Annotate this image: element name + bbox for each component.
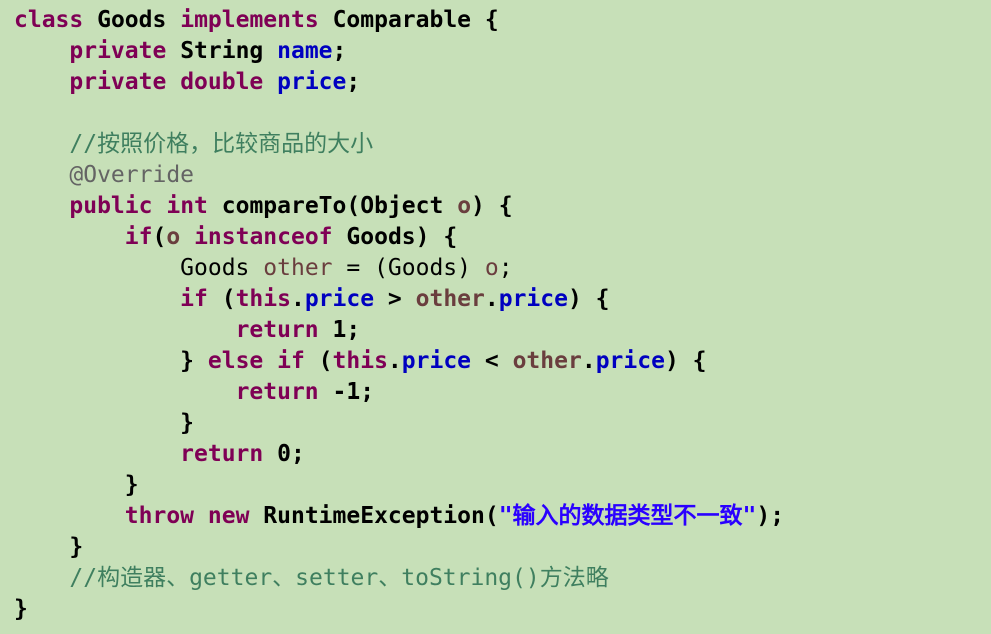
code-line-comment-compare: //按照价格，比较商品的大小 xyxy=(14,129,991,160)
dot: . xyxy=(290,286,305,312)
if-keyword: if xyxy=(124,224,153,250)
close-brace: } xyxy=(14,596,28,622)
if-open-paren: ( xyxy=(152,224,167,250)
throw-end: ); xyxy=(756,503,785,529)
price-field: price xyxy=(277,69,347,95)
code-line-close-method: } xyxy=(14,532,991,563)
code-line-return-neg-one: return -1; xyxy=(14,377,991,408)
if-keyword: if xyxy=(180,286,208,312)
override-annotation: @Override xyxy=(69,162,195,188)
goods-type: Goods xyxy=(346,224,416,250)
return-keyword: return xyxy=(235,317,319,343)
code-line-comment-rest: //构造器、getter、setter、toString()方法略 xyxy=(14,563,991,594)
code-line-close-class: } xyxy=(14,594,991,625)
close-brace: } xyxy=(180,410,195,436)
instanceof-keyword: instanceof xyxy=(194,224,333,250)
code-line-else-if: } else if (this.price < other.price) { xyxy=(14,346,991,377)
dot: . xyxy=(387,348,402,374)
code-editor[interactable]: class Goods implements Comparable { priv… xyxy=(0,0,991,634)
code-line-close-else: } xyxy=(14,408,991,439)
dot: . xyxy=(581,348,596,374)
param-o: o xyxy=(457,193,472,219)
var-o: o xyxy=(484,255,499,281)
price-field: price xyxy=(498,286,568,312)
this-keyword: this xyxy=(235,286,291,312)
code-line-name-field: private String name; xyxy=(14,36,991,67)
return-value-zero: 0; xyxy=(263,441,305,467)
semicolon: ; xyxy=(498,255,513,281)
price-field: price xyxy=(304,286,375,312)
code-line-cast: Goods other = (Goods) o; xyxy=(14,253,991,284)
implements-keyword: implements xyxy=(180,7,319,33)
interface-name: Comparable xyxy=(332,7,472,33)
code-line-price-field: private double price; xyxy=(14,67,991,98)
int-keyword: int xyxy=(166,193,208,219)
throw-keyword: throw xyxy=(124,503,195,529)
code-line-return-one: return 1; xyxy=(14,315,991,346)
return-keyword: return xyxy=(235,379,319,405)
goods-type: Goods xyxy=(180,255,250,281)
var-o: o xyxy=(166,224,181,250)
close-brace: } xyxy=(124,472,139,498)
class-open-brace: { xyxy=(484,7,499,33)
return-value-one: 1; xyxy=(318,317,361,343)
cond-close: ) { xyxy=(664,348,707,374)
return-value-neg-one: -1; xyxy=(318,379,375,405)
class-keyword: class xyxy=(14,7,84,33)
method-sig-end: ) { xyxy=(471,193,513,219)
method-name: compareTo( xyxy=(221,193,361,219)
code-line-return-zero: return 0; xyxy=(14,439,991,470)
if-paren: ( xyxy=(304,348,333,374)
greater-than: > xyxy=(374,286,416,312)
dot: . xyxy=(484,286,499,312)
price-field: price xyxy=(401,348,472,374)
code-line-throw: throw new RuntimeException("输入的数据类型不一致")… xyxy=(14,501,991,532)
code-line-instanceof-check: if(o instanceof Goods) { xyxy=(14,222,991,253)
if-close: ) { xyxy=(415,224,458,250)
code-line-close-instanceof: } xyxy=(14,470,991,501)
less-than: < xyxy=(471,348,513,374)
cast-expression: = (Goods) xyxy=(332,255,485,281)
if-keyword: if xyxy=(277,348,305,374)
cond-close: ) { xyxy=(567,286,610,312)
close-brace: } xyxy=(69,534,84,560)
new-keyword: new xyxy=(207,503,250,529)
object-type: Object xyxy=(360,193,444,219)
name-field: name xyxy=(277,38,333,64)
close-brace-prefix: } xyxy=(180,348,208,374)
comment-compare-price: //按照价格，比较商品的大小 xyxy=(69,131,374,157)
this-keyword: this xyxy=(332,348,388,374)
other-var: other xyxy=(415,286,485,312)
semicolon: ; xyxy=(346,69,361,95)
double-keyword: double xyxy=(180,69,264,95)
class-name: Goods xyxy=(97,7,167,33)
other-var: other xyxy=(263,255,333,281)
code-line-override: @Override xyxy=(14,160,991,191)
public-keyword: public xyxy=(69,193,153,219)
price-field: price xyxy=(595,348,665,374)
if-paren: ( xyxy=(207,286,236,312)
code-line-if-greater: if (this.price > other.price) { xyxy=(14,284,991,315)
semicolon: ; xyxy=(332,38,347,64)
string-type: String xyxy=(180,38,264,64)
other-var: other xyxy=(512,348,582,374)
code-line-method-signature: public int compareTo(Object o) { xyxy=(14,191,991,222)
private-keyword: private xyxy=(69,69,167,95)
comment-omitted-methods: //构造器、getter、setter、toString()方法略 xyxy=(69,565,609,591)
exception-message-string: "输入的数据类型不一致" xyxy=(498,503,757,529)
private-keyword: private xyxy=(69,38,167,64)
code-line-class-declaration: class Goods implements Comparable { xyxy=(14,5,991,36)
else-keyword: else xyxy=(207,348,264,374)
runtime-exception: RuntimeException( xyxy=(263,503,499,529)
return-keyword: return xyxy=(180,441,264,467)
